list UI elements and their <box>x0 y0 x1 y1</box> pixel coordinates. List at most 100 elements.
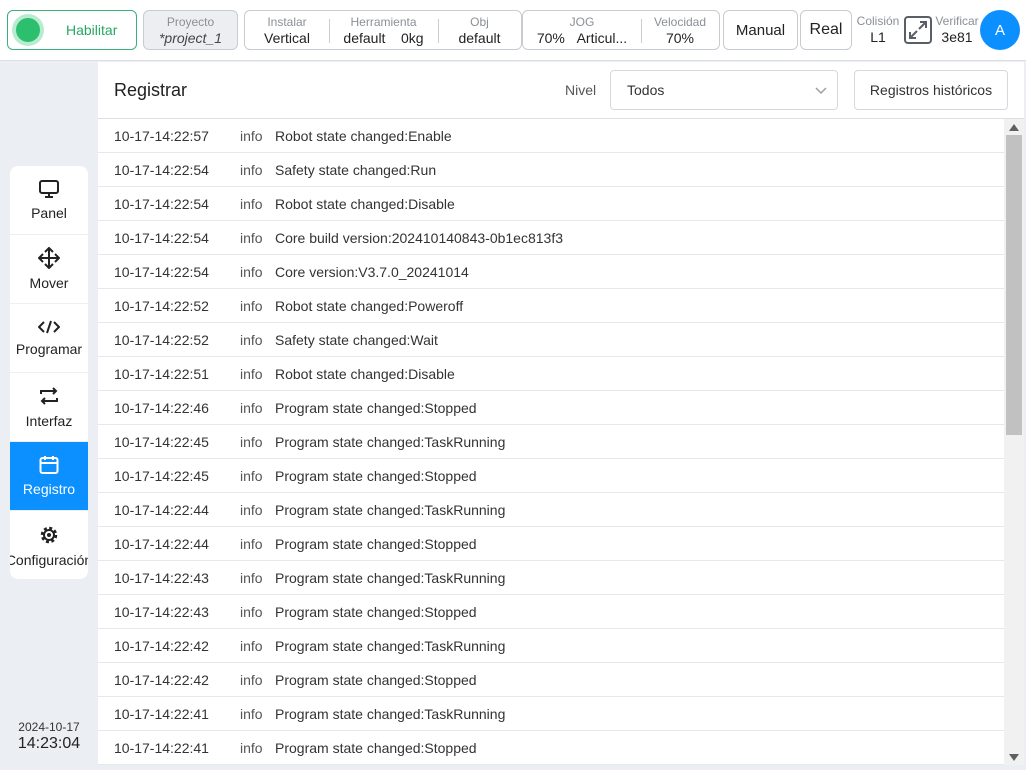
collision-value: L1 <box>870 29 886 45</box>
log-level: info <box>240 705 263 722</box>
verify-indicator[interactable]: Verificar 3e81 <box>934 14 980 45</box>
log-row[interactable]: 10-17-14:22:41 info Program state changed:… <box>98 697 1004 731</box>
install-segment[interactable]: Instalar Vertical <box>245 11 329 49</box>
page-title: Registrar <box>114 80 188 100</box>
log-level: info <box>240 739 263 756</box>
log-time: 10-17-14:22:44 <box>114 535 209 552</box>
log-scrollbar[interactable] <box>1004 119 1024 765</box>
scroll-up-icon[interactable] <box>1008 122 1020 132</box>
log-level: info <box>240 399 263 416</box>
history-logs-button[interactable]: Registros históricos <box>854 70 1008 110</box>
sidebar-item-settings[interactable]: Configuración <box>10 511 88 579</box>
log-time: 10-17-14:22:54 <box>114 229 209 246</box>
tool-segment[interactable]: Herramienta default 0kg <box>329 11 438 49</box>
jog-segment[interactable]: JOG 70% Articul... <box>523 11 641 49</box>
log-row[interactable]: 10-17-14:22:51 info Robot state changed:Di… <box>98 357 1004 391</box>
log-message: Program state changed:TaskRunning <box>275 501 506 518</box>
log-message: Program state changed:Stopped <box>275 739 477 756</box>
jog-percent: 70% <box>536 30 565 46</box>
install-tool-group[interactable]: Instalar Vertical Herramienta default 0k… <box>244 10 522 50</box>
log-message: Program state changed:TaskRunning <box>275 569 506 586</box>
log-level: info <box>240 263 263 280</box>
log-time: 10-17-14:22:43 <box>114 569 209 586</box>
sidebar-item-log[interactable]: Registro <box>10 442 88 511</box>
log-message: Safety state changed:Run <box>275 161 437 178</box>
log-row[interactable]: 10-17-14:22:43 info Program state changed:… <box>98 561 1004 595</box>
log-level: info <box>240 127 263 144</box>
install-caption: Instalar <box>267 15 307 29</box>
log-time: 10-17-14:22:43 <box>114 603 209 620</box>
log-row[interactable]: 10-17-14:22:45 info Program state changed:… <box>98 425 1004 459</box>
system-clock: 2024-10-17 14:23:04 <box>10 720 88 753</box>
obj-value: default <box>458 30 501 46</box>
sidebar-item-interface[interactable]: Interfaz <box>10 373 88 442</box>
code-icon <box>38 320 60 334</box>
sidebar-item-label: Mover <box>29 275 69 291</box>
log-row[interactable]: 10-17-14:22:44 info Program state changed:… <box>98 527 1004 561</box>
jog-speed-group[interactable]: JOG 70% Articul... Velocidad 70% <box>522 10 720 50</box>
log-message: Program state changed:Stopped <box>275 467 477 484</box>
tool-value: default 0kg <box>329 30 438 46</box>
log-row[interactable]: 10-17-14:22:43 info Program state changed:… <box>98 595 1004 629</box>
log-row[interactable]: 10-17-14:22:54 info Robot state changed:Di… <box>98 187 1004 221</box>
top-toolbar: Habilitar Proyecto *project_1 Instalar V… <box>0 0 1026 61</box>
level-filter-label: Nivel <box>565 82 597 98</box>
speed-caption: Velocidad <box>653 15 707 29</box>
real-mode-button[interactable]: Real <box>800 10 852 50</box>
log-time: 10-17-14:22:41 <box>114 705 209 722</box>
log-time: 10-17-14:22:52 <box>114 297 209 314</box>
expand-icon[interactable] <box>903 15 933 45</box>
log-row[interactable]: 10-17-14:22:54 info Core version:V3.7.0_20… <box>98 255 1004 289</box>
tool-name: default <box>343 30 386 46</box>
verify-caption: Verificar <box>935 14 979 28</box>
log-level: info <box>240 671 263 688</box>
sidebar-item-label: Registro <box>22 481 76 497</box>
log-message: Program state changed:Stopped <box>275 603 477 620</box>
log-row[interactable]: 10-17-14:22:41 info Program state changed:… <box>98 731 1004 765</box>
scroll-down-icon[interactable] <box>1008 753 1020 763</box>
log-time: 10-17-14:22:41 <box>114 739 209 756</box>
log-message: Core version:V3.7.0_20241014 <box>275 263 469 280</box>
level-filter-select[interactable]: Todos <box>610 70 838 110</box>
obj-segment[interactable]: Obj default <box>438 11 521 49</box>
sidebar-item-program[interactable]: Programar <box>10 304 88 373</box>
log-row[interactable]: 10-17-14:22:52 info Robot state changed:Po… <box>98 289 1004 323</box>
log-row[interactable]: 10-17-14:22:42 info Program state changed:… <box>98 629 1004 663</box>
enable-button[interactable]: Habilitar <box>7 10 137 50</box>
install-value: Vertical <box>264 30 310 46</box>
log-row[interactable]: 10-17-14:22:45 info Program state changed:… <box>98 459 1004 493</box>
monitor-icon <box>39 180 59 198</box>
log-message: Safety state changed:Wait <box>275 331 438 348</box>
log-list[interactable]: 10-17-14:22:57 info Robot state changed:En… <box>98 119 1004 765</box>
scrollbar-thumb[interactable] <box>1006 135 1022 435</box>
project-selector[interactable]: Proyecto *project_1 <box>143 10 238 50</box>
collision-indicator[interactable]: Colisión L1 <box>854 14 902 45</box>
log-row[interactable]: 10-17-14:22:44 info Program state changed:… <box>98 493 1004 527</box>
log-row[interactable]: 10-17-14:22:46 info Program state changed:… <box>98 391 1004 425</box>
log-row[interactable]: 10-17-14:22:54 info Safety state changed:R… <box>98 153 1004 187</box>
sidebar-item-move[interactable]: Mover <box>10 235 88 304</box>
speed-value: 70% <box>665 30 695 46</box>
sidebar-item-label: Configuración <box>10 551 88 568</box>
user-avatar[interactable]: A <box>980 10 1020 50</box>
log-row[interactable]: 10-17-14:22:57 info Robot state changed:En… <box>98 119 1004 153</box>
manual-mode-button[interactable]: Manual <box>723 10 798 50</box>
log-row[interactable]: 10-17-14:22:52 info Safety state changed:W… <box>98 323 1004 357</box>
log-message: Robot state changed:Disable <box>275 365 455 382</box>
log-time: 10-17-14:22:42 <box>114 671 209 688</box>
log-message: Program state changed:TaskRunning <box>275 705 506 722</box>
log-panel: Registrar Nivel Todos Registros históric… <box>98 62 1024 765</box>
log-row[interactable]: 10-17-14:22:42 info Program state changed:… <box>98 663 1004 697</box>
tool-weight: 0kg <box>401 30 424 46</box>
log-level: info <box>240 569 263 586</box>
log-message: Program state changed:Stopped <box>275 535 477 552</box>
tool-caption: Herramienta <box>350 15 417 29</box>
speed-segment[interactable]: Velocidad 70% <box>641 11 719 49</box>
sidebar-item-panel[interactable]: Panel <box>10 166 88 235</box>
log-row[interactable]: 10-17-14:22:54 info Core build version:202… <box>98 221 1004 255</box>
log-time: 10-17-14:22:42 <box>114 637 209 654</box>
jog-mode: Articul... <box>576 30 628 46</box>
log-time: 10-17-14:22:54 <box>114 195 209 212</box>
log-level: info <box>240 501 263 518</box>
log-time: 10-17-14:22:51 <box>114 365 209 382</box>
